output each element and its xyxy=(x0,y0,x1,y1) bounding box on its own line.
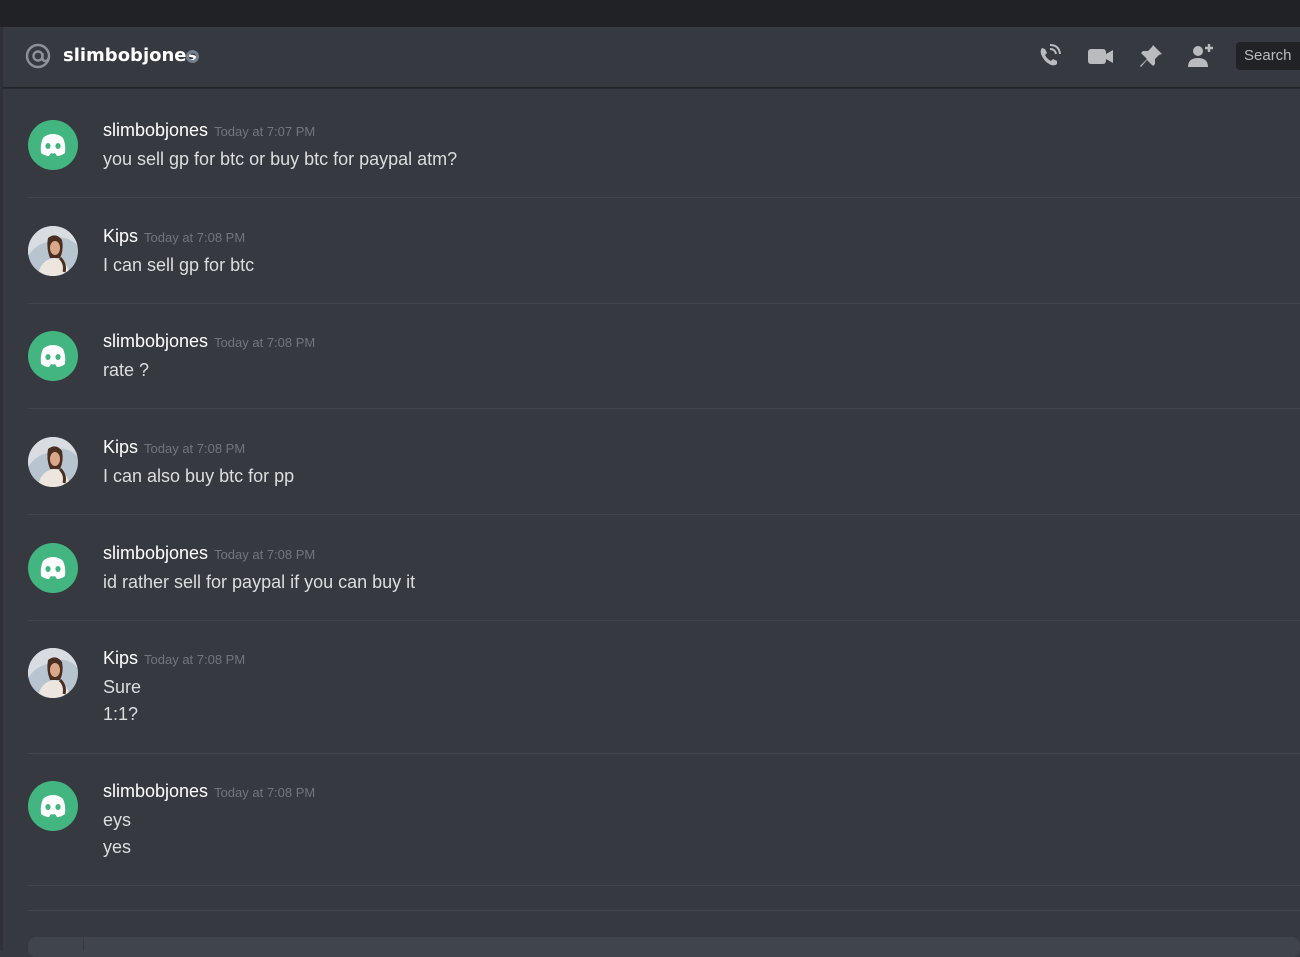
message-text: yes xyxy=(103,837,132,857)
add-friend-to-dm-icon[interactable] xyxy=(1187,42,1215,70)
message-text: eys xyxy=(103,810,132,830)
message-author-line: Kips Today at 7:08 PM xyxy=(103,646,245,672)
status-offline-icon xyxy=(186,50,199,63)
search-placeholder: Search xyxy=(1244,47,1292,64)
discord-logo-icon xyxy=(40,795,66,817)
message-timestamp: Today at 7:08 PM xyxy=(144,230,246,245)
message-text: rate ? xyxy=(103,360,150,380)
channel-header: slimbobjones Search xyxy=(3,27,1300,88)
message-author-line: slimbobjones Today at 7:07 PM xyxy=(103,118,315,144)
message-timestamp: Today at 7:08 PM xyxy=(214,785,316,800)
sidebar-edge xyxy=(0,27,3,950)
message-text: I can sell gp for btc xyxy=(103,255,255,275)
at-icon xyxy=(25,43,51,69)
voice-call-icon[interactable] xyxy=(1035,42,1063,70)
discord-default-avatar[interactable] xyxy=(28,120,78,170)
discord-default-avatar[interactable] xyxy=(28,543,78,593)
message-timestamp: Today at 7:07 PM xyxy=(214,124,316,139)
user-photo-avatar[interactable] xyxy=(28,226,78,276)
message-divider xyxy=(28,197,1300,198)
message-divider xyxy=(28,514,1300,515)
user-photo-icon xyxy=(28,226,78,276)
message-divider xyxy=(28,753,1300,754)
message-divider xyxy=(28,303,1300,304)
message-text: id rather sell for paypal if you can buy… xyxy=(103,572,416,592)
message-text: I can also buy btc for pp xyxy=(103,466,295,486)
user-photo-avatar[interactable] xyxy=(28,648,78,698)
message-author[interactable]: slimbobjones xyxy=(103,120,208,140)
message-author[interactable]: Kips xyxy=(103,437,138,457)
message-divider xyxy=(28,620,1300,621)
message-author-line: slimbobjones Today at 7:08 PM xyxy=(103,541,315,567)
message-divider xyxy=(28,910,1300,911)
message-divider xyxy=(28,885,1300,886)
message-author[interactable]: slimbobjones xyxy=(103,331,208,351)
discord-logo-icon xyxy=(40,557,66,579)
upload-button-divider xyxy=(83,937,84,950)
message-author-line: Kips Today at 7:08 PM xyxy=(103,224,245,250)
discord-logo-icon xyxy=(40,134,66,156)
user-photo-icon xyxy=(28,437,78,487)
channel-name: slimbobjones xyxy=(63,45,198,66)
discord-default-avatar[interactable] xyxy=(28,331,78,381)
message-timestamp: Today at 7:08 PM xyxy=(214,335,316,350)
user-photo-icon xyxy=(28,648,78,698)
search-input[interactable]: Search xyxy=(1236,42,1300,70)
pinned-messages-icon[interactable] xyxy=(1137,42,1165,70)
message-timestamp: Today at 7:08 PM xyxy=(144,441,246,456)
window-top-bar xyxy=(0,0,1300,27)
message-author[interactable]: slimbobjones xyxy=(103,543,208,563)
message-text: you sell gp for btc or buy btc for paypa… xyxy=(103,149,458,169)
discord-logo-icon xyxy=(40,345,66,367)
discord-default-avatar[interactable] xyxy=(28,781,78,831)
message-author-line: slimbobjones Today at 7:08 PM xyxy=(103,779,315,805)
message-author[interactable]: Kips xyxy=(103,226,138,246)
user-photo-avatar[interactable] xyxy=(28,437,78,487)
message-text: 1:1? xyxy=(103,704,139,724)
message-author-line: slimbobjones Today at 7:08 PM xyxy=(103,329,315,355)
message-author[interactable]: Kips xyxy=(103,648,138,668)
message-author[interactable]: slimbobjones xyxy=(103,781,208,801)
message-divider xyxy=(28,408,1300,409)
message-input[interactable] xyxy=(28,937,1300,957)
message-author-line: Kips Today at 7:08 PM xyxy=(103,435,245,461)
message-timestamp: Today at 7:08 PM xyxy=(144,652,246,667)
message-timestamp: Today at 7:08 PM xyxy=(214,547,316,562)
message-text: Sure xyxy=(103,677,142,697)
video-call-icon[interactable] xyxy=(1086,42,1114,70)
